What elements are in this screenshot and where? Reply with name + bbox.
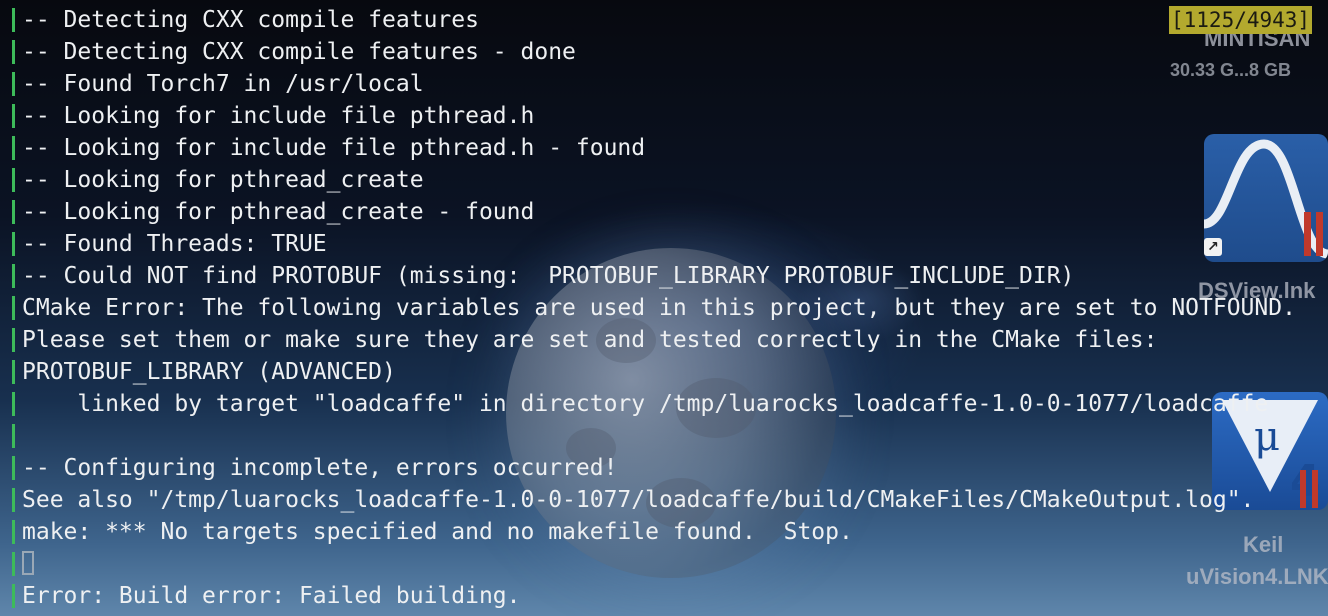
terminal-line: -- Detecting CXX compile features - done [0,36,1328,68]
terminal-line: -- Detecting CXX compile features [0,4,1328,36]
terminal-line: make: *** No targets specified and no ma… [0,516,1328,548]
terminal-prompt-line [0,548,1328,580]
terminal-line: CMake Error: The following variables are… [0,292,1328,324]
terminal-line: -- Found Torch7 in /usr/local [0,68,1328,100]
terminal-line: -- Looking for pthread_create [0,164,1328,196]
terminal-line: linked by target "loadcaffe" in director… [0,388,1328,420]
line-counter-badge: [1125/4943] [1169,6,1313,34]
terminal-line: -- Looking for include file pthread.h [0,100,1328,132]
terminal-line: -- Looking for pthread_create - found [0,196,1328,228]
terminal-line: -- Could NOT find PROTOBUF (missing: PRO… [0,260,1328,292]
terminal-line: -- Looking for include file pthread.h - … [0,132,1328,164]
terminal-line: PROTOBUF_LIBRARY (ADVANCED) [0,356,1328,388]
terminal-cursor [22,551,34,575]
terminal-line: Please set them or make sure they are se… [0,324,1328,356]
terminal-line: -- Found Threads: TRUE [0,228,1328,260]
terminal-line [0,420,1328,452]
terminal-output[interactable]: -- Detecting CXX compile features -- Det… [0,4,1328,612]
terminal-line: Error: Build error: Failed building. [0,580,1328,612]
terminal-line: See also "/tmp/luarocks_loadcaffe-1.0-0-… [0,484,1328,516]
terminal-line: -- Configuring incomplete, errors occurr… [0,452,1328,484]
